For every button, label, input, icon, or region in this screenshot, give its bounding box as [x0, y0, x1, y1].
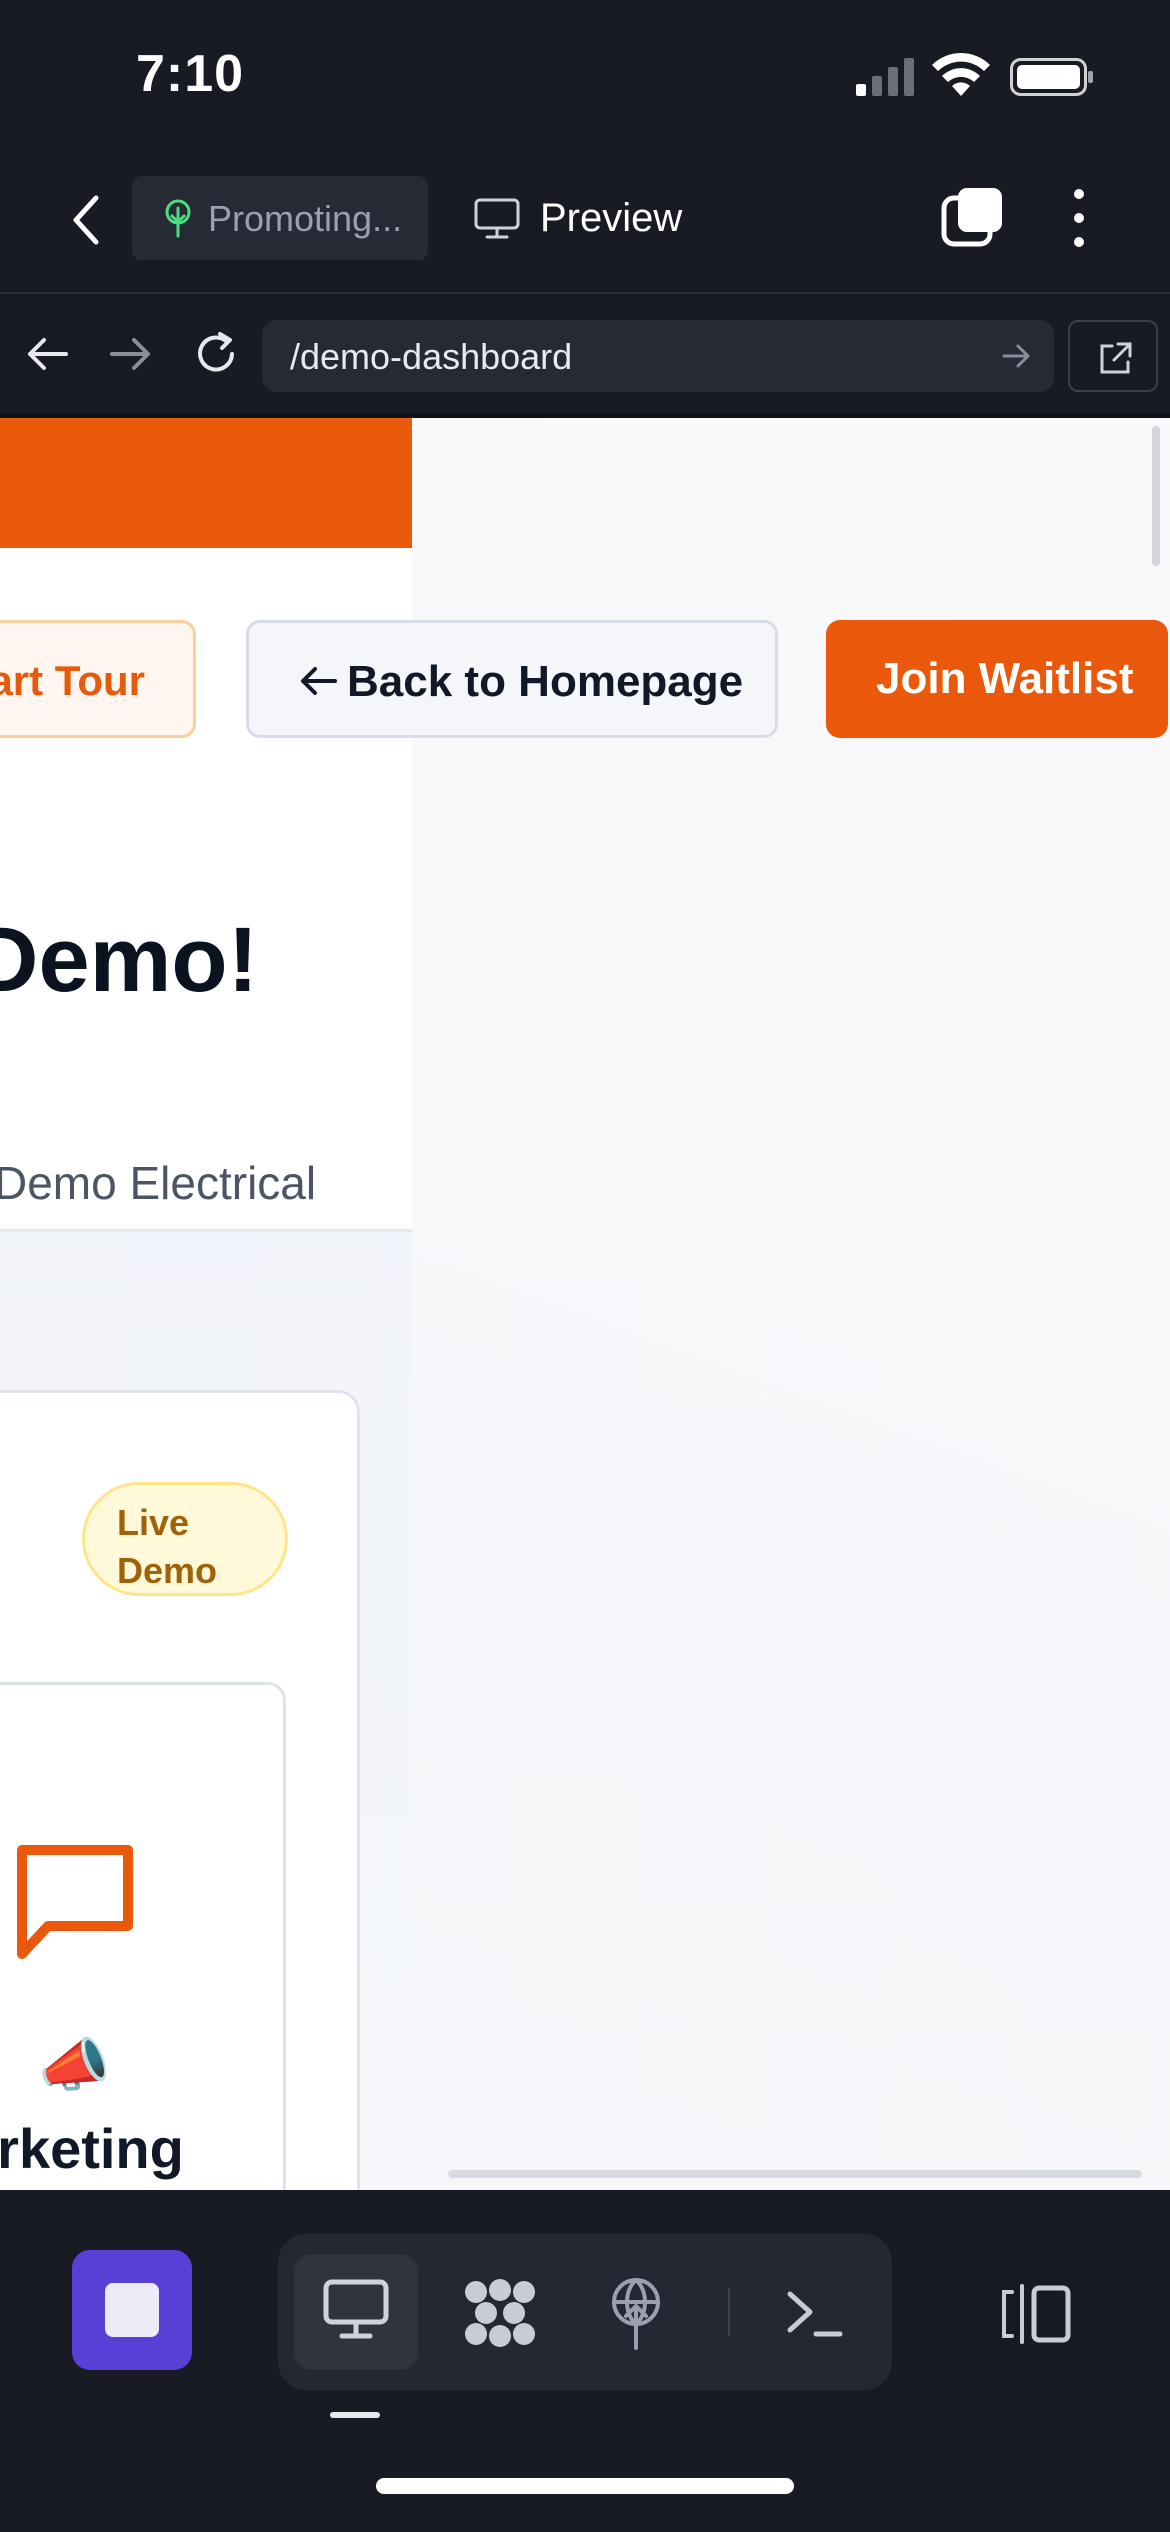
badge-label: Live Demo [117, 1502, 218, 1591]
join-waitlist-button[interactable]: Join Waitlist [826, 620, 1168, 738]
monitor-icon [474, 198, 520, 239]
page-headline: Demo! [0, 909, 259, 1011]
join-waitlist-label: Join Waitlist [876, 654, 1134, 703]
live-demo-badge: Live Demo [82, 1482, 288, 1596]
url-input[interactable]: /demo-dashboard [262, 320, 1054, 392]
preview-viewport[interactable]: art Tour Back to Homepage Join Waitlist … [0, 418, 1170, 2190]
monitor-icon[interactable] [322, 2278, 390, 2342]
arrow-left-icon [301, 667, 337, 695]
toolbar-divider [728, 2288, 730, 2336]
start-tour-button[interactable]: art Tour [0, 620, 196, 738]
tree-icon [165, 199, 191, 238]
active-tab-indicator [330, 2412, 380, 2418]
url-text: /demo-dashboard [290, 336, 573, 377]
horizontal-scrollbar[interactable] [448, 2170, 1142, 2178]
tool-switcher [278, 2234, 892, 2390]
terminal-icon[interactable] [784, 2284, 844, 2340]
browser-url-bar: /demo-dashboard [0, 294, 1170, 418]
deploy-icon[interactable] [604, 2276, 668, 2350]
back-chevron-icon[interactable] [62, 190, 112, 250]
start-tour-label: art Tour [0, 657, 145, 704]
status-time: 7:10 [136, 45, 245, 103]
status-bar: 7:10 [0, 0, 1170, 150]
megaphone-icon: 📣 [38, 2033, 111, 2098]
go-arrow-icon[interactable] [1002, 342, 1032, 370]
stop-button[interactable] [72, 2250, 192, 2370]
preview-label: Preview [540, 196, 683, 240]
panel-toggle-icon[interactable] [1000, 2282, 1072, 2346]
reload-icon[interactable] [192, 330, 240, 378]
top-banner [0, 418, 412, 548]
back-to-homepage-button[interactable]: Back to Homepage [246, 620, 778, 738]
back-to-homepage-label: Back to Homepage [347, 657, 744, 706]
wifi-icon [932, 52, 990, 96]
cellular-signal-icon [856, 58, 914, 96]
external-link-icon [1100, 342, 1132, 374]
arrow-right-icon[interactable] [108, 334, 154, 374]
windows-icon[interactable] [940, 186, 1004, 250]
page-subtext: Demo Electrical [0, 1157, 317, 1209]
bottom-toolbar [0, 2190, 1170, 2532]
arrow-left-icon[interactable] [24, 334, 70, 374]
feature-card-title: arketing [0, 2117, 184, 2180]
battery-icon [1010, 58, 1093, 96]
stop-icon [105, 2283, 159, 2337]
app-toolbar: Promoting... Preview [0, 150, 1170, 294]
vertical-scrollbar[interactable] [1152, 426, 1160, 566]
open-external-button[interactable] [1068, 320, 1158, 392]
dots-grid-icon[interactable] [462, 2278, 538, 2348]
kebab-menu-icon[interactable] [1064, 186, 1094, 250]
project-name: Promoting... [208, 198, 403, 239]
chat-bubble-icon [17, 1845, 133, 1959]
project-selector[interactable]: Promoting... [132, 176, 428, 260]
home-indicator[interactable] [376, 2478, 794, 2494]
